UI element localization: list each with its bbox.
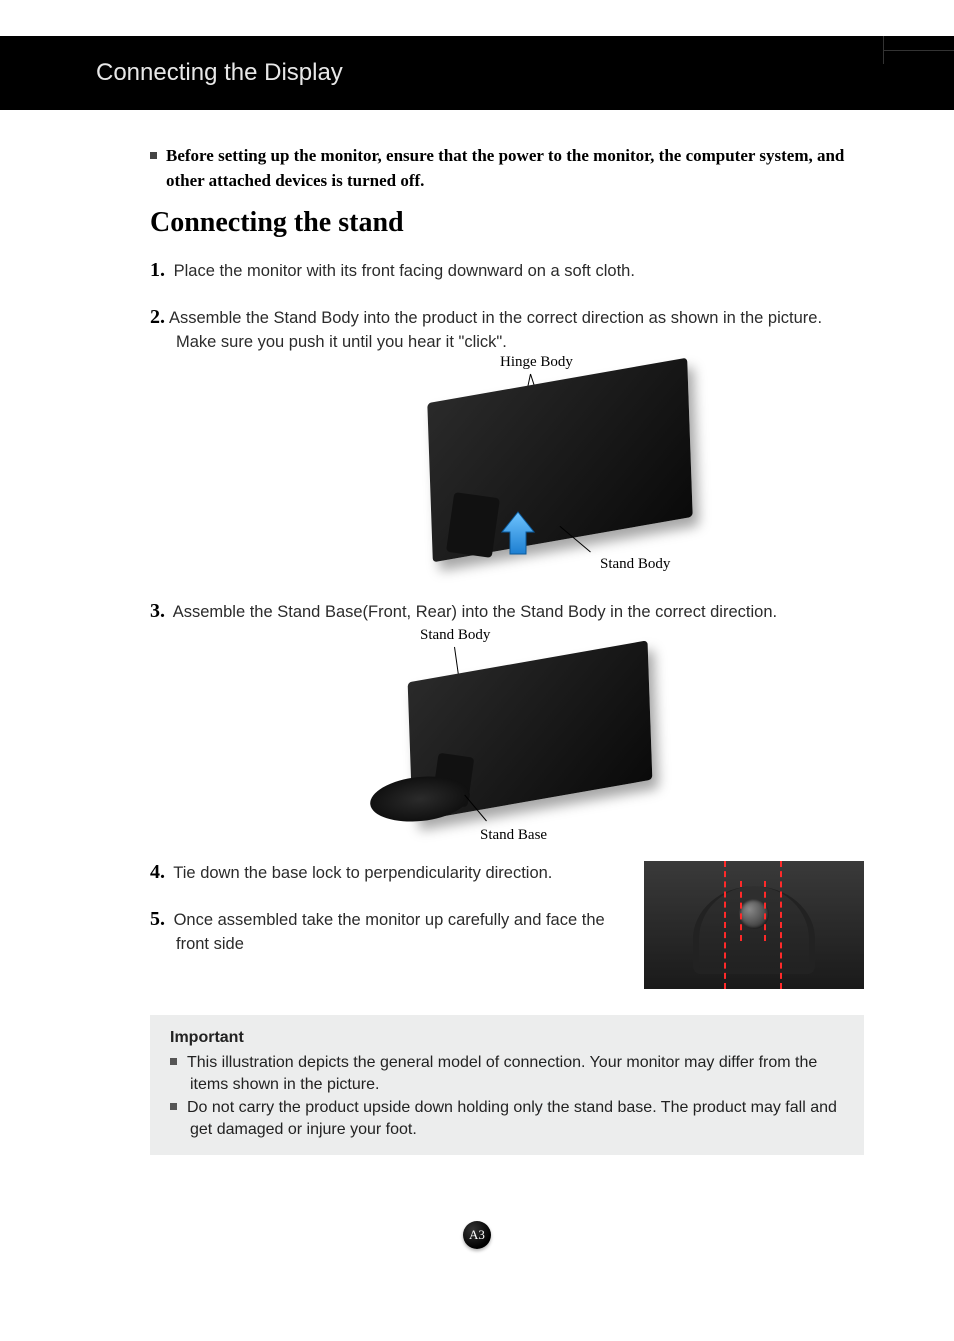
page-number: A3	[469, 1227, 485, 1243]
figure-2: Stand Body Stand Base	[290, 631, 650, 841]
callout-label: Hinge Body	[500, 354, 573, 370]
figure-1: Hinge Body Stand Body	[350, 360, 710, 580]
callout-label: Stand Body	[420, 627, 490, 643]
stand-body-illustration	[446, 492, 500, 558]
callout-stand-body: Stand Body	[420, 627, 490, 644]
callout-label: Stand Body	[600, 556, 670, 572]
manual-page: Connecting the Display Before setting up…	[0, 36, 954, 1341]
callout-stand-body: Stand Body	[600, 556, 670, 573]
callout-stand-base: Stand Base	[480, 827, 547, 844]
page-number-badge: A3	[463, 1221, 491, 1249]
base-lock-photo	[644, 861, 864, 989]
callout-label: Stand Base	[480, 827, 547, 843]
callout-hinge-body: Hinge Body	[500, 354, 573, 371]
